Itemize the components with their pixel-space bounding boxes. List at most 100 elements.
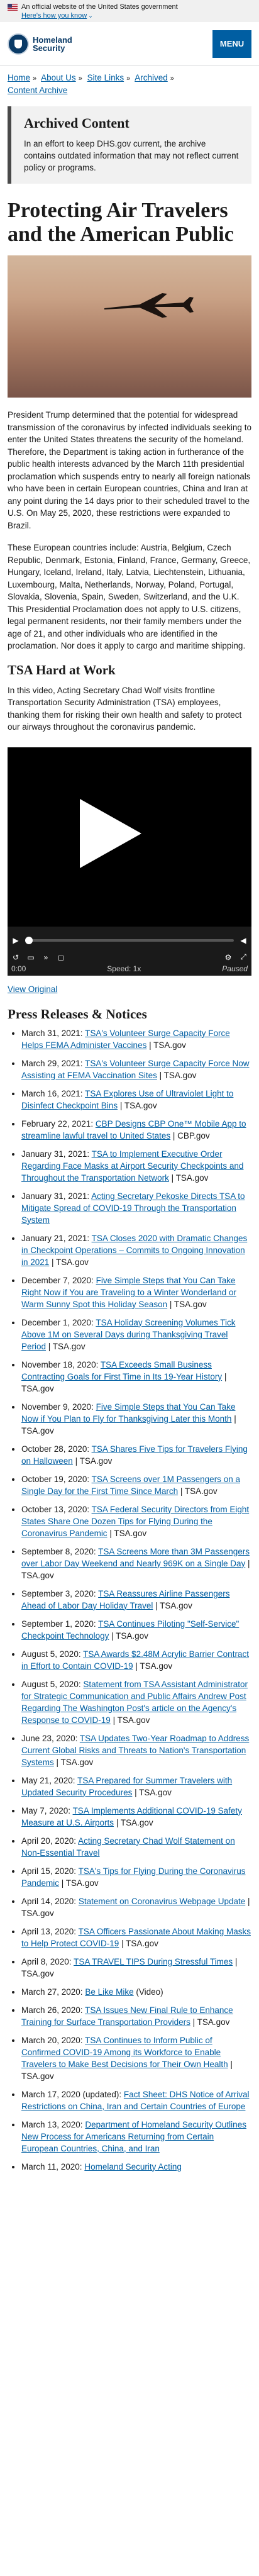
press-date: February 22, 2021: — [21, 1118, 94, 1129]
menu-button[interactable]: MENU — [212, 30, 251, 58]
section-heading-tsa: TSA Hard at Work — [8, 662, 116, 677]
logo-text: Homeland Security — [33, 35, 72, 53]
list-item: December 1, 2020: TSA Holiday Screening … — [21, 1317, 251, 1352]
press-source: | TSA.gov — [132, 1787, 172, 1797]
press-date: August 5, 2020: — [21, 1679, 81, 1689]
section-body: In this video, Acting Secretary Chad Wol… — [8, 684, 251, 733]
page-title: Protecting Air Travelers and the America… — [8, 199, 234, 246]
list-item: March 16, 2021: TSA Explores Use of Ultr… — [21, 1088, 251, 1112]
breadcrumb-separator: » — [33, 75, 37, 82]
gov-banner-text: An official website of the United States… — [21, 3, 178, 11]
play-small-icon[interactable]: ▶ — [11, 936, 20, 945]
press-date: December 7, 2020: — [21, 1275, 94, 1285]
list-item: October 28, 2020: TSA Shares Five Tips f… — [21, 1443, 251, 1467]
gov-banner: An official website of the United States… — [0, 0, 259, 22]
press-link[interactable]: Statement on Coronavirus Webpage Update — [79, 1897, 245, 1906]
press-date: April 8, 2020: — [21, 1956, 72, 1966]
captions-icon[interactable]: ▭ — [26, 953, 35, 962]
breadcrumb-separator: » — [126, 75, 131, 82]
press-date: January 31, 2021: — [21, 1149, 90, 1159]
fullscreen-icon[interactable]: ⤢ — [239, 952, 248, 962]
list-item: May 7, 2020: TSA Implements Additional C… — [21, 1805, 251, 1829]
press-source: | TSA.gov — [190, 2017, 230, 2027]
list-item: April 15, 2020: TSA's Tips for Flying Du… — [21, 1865, 251, 1889]
archived-heading: Archived Content — [24, 115, 130, 131]
progress-knob[interactable] — [25, 936, 33, 944]
press-source: | TSA.gov — [49, 1257, 89, 1267]
video-player[interactable]: ▶ ◀ ↺ ▭ » ◻ ⚙ ⤢ 0:00 Speed: 1x Paused — [8, 747, 251, 976]
video-progress-slider[interactable] — [25, 936, 234, 944]
press-source: (Video) — [133, 1987, 163, 1997]
press-link[interactable]: Homeland Security Acting — [84, 2162, 182, 2172]
press-source: | TSA.gov — [153, 1600, 192, 1610]
list-item: May 21, 2020: TSA Prepared for Summer Tr… — [21, 1775, 251, 1798]
list-item: March 11, 2020: Homeland Security Acting — [21, 2161, 251, 2173]
press-date: May 7, 2020: — [21, 1805, 71, 1815]
press-source: | TSA.gov — [118, 1100, 157, 1110]
press-date: October 19, 2020: — [21, 1474, 90, 1484]
list-item: February 22, 2021: CBP Designs CBP One™ … — [21, 1118, 251, 1142]
press-source: | TSA.gov — [146, 1040, 186, 1050]
breadcrumb-site-links[interactable]: Site Links — [87, 73, 124, 82]
press-date: January 21, 2021: — [21, 1233, 90, 1243]
cast-icon[interactable]: ◻ — [57, 953, 65, 962]
press-source: | TSA.gov — [167, 1299, 207, 1309]
press-source: | TSA.gov — [53, 1757, 94, 1767]
list-item: March 13, 2020: Department of Homeland S… — [21, 2119, 251, 2155]
press-date: January 31, 2021: — [21, 1191, 90, 1201]
play-icon[interactable] — [80, 798, 141, 868]
press-date: March 16, 2021: — [21, 1088, 83, 1098]
archived-content-notice: Archived Content In an effort to keep DH… — [8, 106, 251, 184]
list-item: April 14, 2020: Statement on Coronavirus… — [21, 1895, 251, 1919]
press-source: | TSA.gov — [110, 1715, 150, 1725]
us-flag-icon — [8, 3, 18, 11]
video-speed[interactable]: Speed: 1x — [107, 964, 141, 973]
press-releases-heading: Press Releases & Notices — [8, 1006, 147, 1022]
press-date: April 13, 2020: — [21, 1926, 77, 1936]
list-item: March 31, 2021: TSA's Volunteer Surge Ca… — [21, 1027, 251, 1051]
press-link[interactable]: Be Like Mike — [85, 1987, 133, 1997]
press-date: March 17, 2020 (updated): — [21, 2089, 122, 2099]
breadcrumb-about-us[interactable]: About Us — [41, 73, 76, 82]
press-date: September 3, 2020: — [21, 1588, 96, 1598]
list-item: January 21, 2021: TSA Closes 2020 with D… — [21, 1232, 251, 1268]
chevron-down-icon: ⌄ — [88, 13, 93, 19]
fast-forward-icon[interactable]: » — [41, 953, 50, 962]
list-item: October 19, 2020: TSA Screens over 1M Pa… — [21, 1473, 251, 1497]
dhs-logo-link[interactable]: Homeland Security — [8, 33, 72, 55]
list-item: March 27, 2020: Be Like Mike (Video) — [21, 1986, 251, 1998]
press-source: | TSA.gov — [157, 1070, 197, 1080]
list-item: November 18, 2020: TSA Exceeds Small Bus… — [21, 1359, 251, 1395]
list-item: September 1, 2020: TSA Continues Pilotin… — [21, 1618, 251, 1642]
list-item: October 13, 2020: TSA Federal Security D… — [21, 1503, 251, 1539]
list-item: August 5, 2020: TSA Awards $2.48M Acryli… — [21, 1648, 251, 1672]
section-paragraph: In this video, Acting Secretary Chad Wol… — [8, 685, 242, 732]
article-paragraph: President Trump determined that the pote… — [8, 410, 251, 530]
list-item: December 7, 2020: Five Simple Steps that… — [21, 1274, 251, 1310]
press-source: | TSA.gov — [59, 1878, 99, 1888]
list-item: June 23, 2020: TSA Updates Two-Year Road… — [21, 1732, 251, 1768]
press-link[interactable]: TSA TRAVEL TIPS During Stressful Times — [74, 1957, 233, 1966]
view-original-link[interactable]: View Original — [8, 984, 251, 994]
rewind-icon[interactable]: ↺ — [11, 953, 20, 962]
article-body: President Trump determined that the pote… — [8, 409, 251, 652]
list-item: March 29, 2021: TSA's Volunteer Surge Ca… — [21, 1057, 251, 1081]
list-item: March 17, 2020 (updated): Fact Sheet: DH… — [21, 2088, 251, 2112]
press-date: April 15, 2020: — [21, 1866, 77, 1876]
video-time: 0:00 — [11, 964, 26, 973]
list-item: April 13, 2020: TSA Officers Passionate … — [21, 1926, 251, 1949]
breadcrumb-separator: » — [170, 75, 174, 82]
breadcrumb-content-archive[interactable]: Content Archive — [8, 85, 251, 96]
press-source: | CBP.gov — [170, 1130, 210, 1140]
press-source: | TSA.gov — [109, 1631, 148, 1641]
press-source: | TSA.gov — [46, 1341, 85, 1351]
press-date: October 28, 2020: — [21, 1444, 90, 1454]
settings-gear-icon[interactable]: ⚙ — [224, 953, 233, 962]
list-item: September 8, 2020: TSA Screens More than… — [21, 1546, 251, 1581]
press-date: October 13, 2020: — [21, 1504, 90, 1514]
breadcrumb-home[interactable]: Home — [8, 73, 30, 82]
list-item: April 8, 2020: TSA TRAVEL TIPS During St… — [21, 1956, 251, 1980]
volume-icon[interactable]: ◀ — [239, 936, 248, 945]
breadcrumb-archived[interactable]: Archived — [135, 73, 168, 82]
how-you-know-link[interactable]: Here's how you know ⌄ — [21, 11, 93, 20]
